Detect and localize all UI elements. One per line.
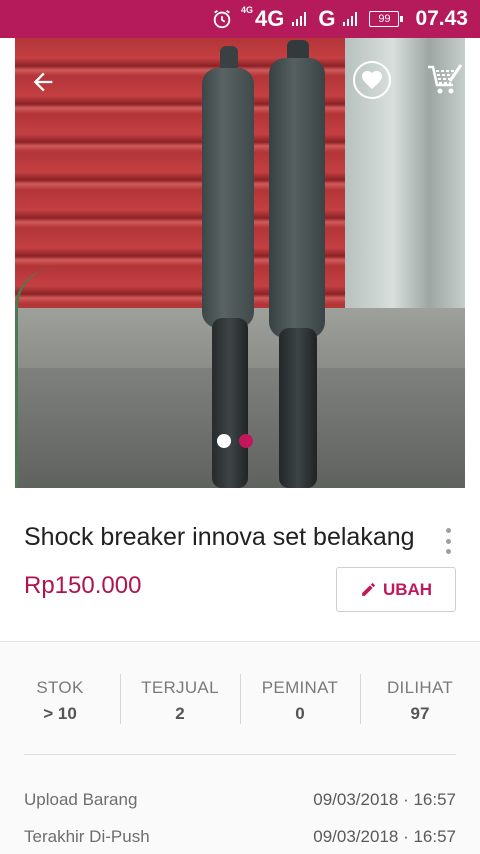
divider	[24, 754, 456, 755]
back-arrow-icon	[33, 72, 53, 92]
product-stats-section: STOK > 10 TERJUAL 2 PEMINAT 0 DILIHAT 97…	[0, 641, 480, 854]
promote-button[interactable]	[425, 60, 465, 100]
share-cart-icon	[428, 64, 463, 94]
pencil-icon	[362, 583, 375, 596]
edit-button[interactable]: UBAH	[336, 567, 456, 612]
edit-button-label: UBAH	[382, 579, 433, 599]
status-time: 07.43	[415, 7, 468, 30]
more-dot-icon	[445, 549, 451, 554]
gallery-dot-active[interactable]	[239, 434, 253, 448]
network-indicator: 4G4G	[241, 6, 284, 32]
stat-label: TERJUAL	[141, 678, 219, 697]
heart-icon	[362, 71, 382, 89]
network-small-label: 4G	[240, 5, 253, 15]
stat-stock: STOK > 10	[0, 672, 120, 727]
battery-icon: 99	[369, 11, 404, 27]
favorite-button[interactable]	[353, 61, 391, 99]
info-label: Terakhir Di-Push	[24, 827, 150, 846]
shock-absorber-left-rod	[212, 318, 248, 488]
stat-sold: TERJUAL 2	[120, 672, 240, 727]
alarm-icon	[213, 9, 231, 29]
product-title: Shock breaker innova set belakang	[24, 523, 415, 551]
info-value: 09/03/2018 · 16:57	[313, 790, 456, 809]
status-bar: 4G4G G 99 07.43	[0, 0, 480, 38]
gallery-dot[interactable]	[217, 434, 231, 448]
stat-label: STOK	[36, 678, 84, 697]
signal-icon	[292, 12, 307, 26]
network-label: 4G	[254, 6, 285, 31]
more-dot-icon	[445, 528, 451, 533]
stat-interested: PEMINAT 0	[240, 672, 360, 727]
signal2-icon	[343, 12, 358, 26]
photo-cable	[15, 268, 75, 488]
stat-label: PEMINAT	[261, 678, 339, 697]
more-options-button[interactable]	[440, 528, 456, 554]
info-label: Upload Barang	[24, 790, 138, 809]
product-price: Rp150.000	[24, 572, 142, 599]
info-row-upload: Upload Barang 09/03/2018 · 16:57	[24, 790, 456, 810]
stat-label: DILIHAT	[386, 678, 454, 697]
gallery-pagination	[217, 434, 253, 448]
stat-value: 0	[295, 704, 305, 723]
back-button[interactable]	[25, 64, 61, 100]
info-value: 09/03/2018 · 16:57	[313, 827, 456, 846]
network2-label: G	[318, 6, 336, 31]
info-row-last-push: Terakhir Di-Push 09/03/2018 · 16:57	[24, 827, 456, 847]
more-dot-icon	[445, 538, 451, 544]
shock-absorber-right	[269, 58, 325, 338]
shock-absorber-right-rod	[279, 328, 317, 488]
product-photo[interactable]	[15, 38, 465, 488]
shock-absorber-left	[202, 68, 254, 328]
stat-value: 2	[175, 704, 185, 723]
stat-value: > 10	[43, 704, 77, 723]
stat-viewed: DILIHAT 97	[360, 672, 480, 727]
stat-value: 97	[410, 704, 430, 723]
stats-row: STOK > 10 TERJUAL 2 PEMINAT 0 DILIHAT 97	[0, 672, 480, 727]
